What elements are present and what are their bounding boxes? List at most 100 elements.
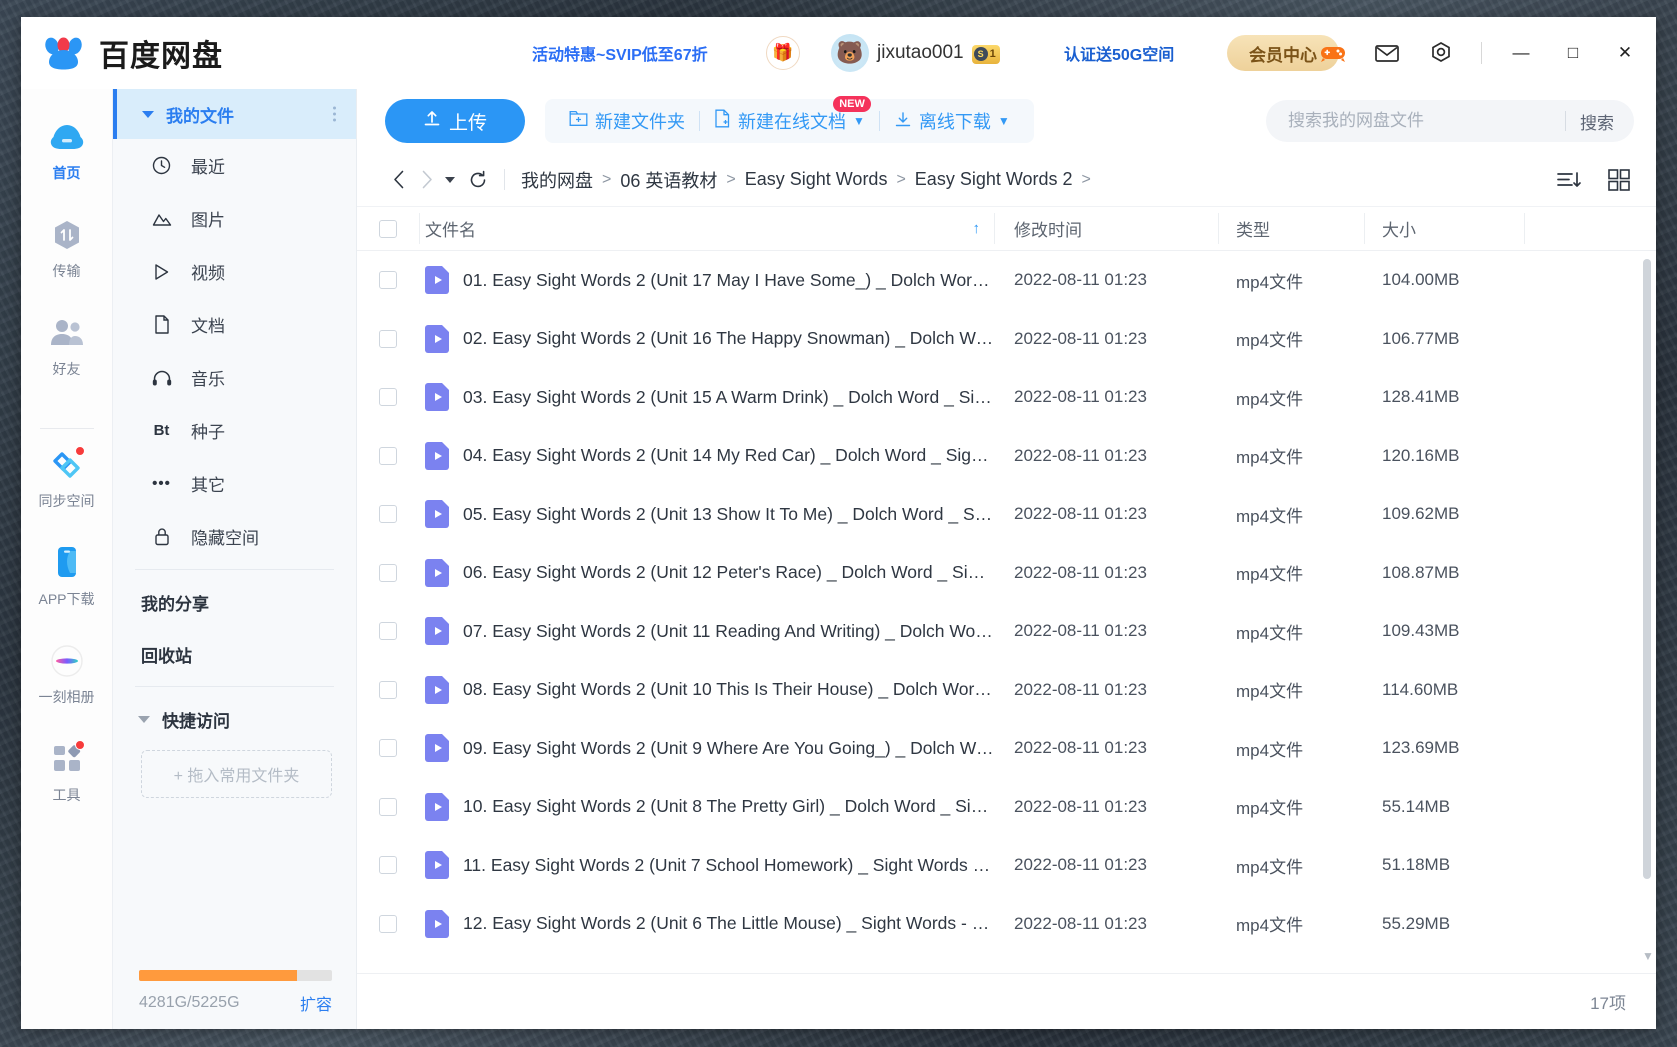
file-name: 12. Easy Sight Words 2 (Unit 6 The Littl… [463, 913, 994, 934]
rail-item-sync[interactable]: 同步空间 [21, 437, 113, 522]
row-checkbox[interactable] [379, 271, 397, 289]
row-checkbox[interactable] [379, 622, 397, 640]
sidebar-item-pictures[interactable]: 图片 [113, 192, 356, 245]
scroll-down-icon[interactable]: ▼ [1642, 949, 1652, 963]
upload-button[interactable]: 上传 [385, 99, 525, 143]
file-size: 109.62MB [1364, 504, 1524, 524]
file-modified: 2022-08-11 01:23 [994, 387, 1218, 407]
sidebar-item-documents[interactable]: 文档 [113, 298, 356, 351]
search-input[interactable] [1288, 111, 1561, 131]
sidebar-item-hidden-space[interactable]: 隐藏空间 [113, 510, 356, 563]
storage-expand-link[interactable]: 扩容 [300, 991, 332, 1015]
back-button[interactable] [385, 166, 413, 194]
rail-item-album[interactable]: 一刻相册 [21, 633, 113, 718]
gift-icon[interactable]: 🎁 [766, 36, 800, 70]
search-button[interactable]: 搜索 [1580, 109, 1628, 134]
offline-download-button[interactable]: 离线下载 ▼ [880, 99, 1024, 143]
row-checkbox[interactable] [379, 447, 397, 465]
sidebar-item-my-files[interactable]: 我的文件 [113, 89, 356, 139]
table-row[interactable]: 09. Easy Sight Words 2 (Unit 9 Where Are… [357, 719, 1656, 778]
file-name: 02. Easy Sight Words 2 (Unit 16 The Happ… [463, 328, 994, 349]
mp4-file-icon [425, 383, 449, 411]
new-online-doc-button[interactable]: NEW 新建在线文档 ▼ [700, 99, 879, 143]
rail-item-app-download[interactable]: APP下载 [21, 535, 113, 620]
game-icon[interactable] [1319, 39, 1347, 67]
forward-button[interactable] [413, 166, 441, 194]
rail-divider [40, 428, 94, 429]
quick-access-dropzone[interactable]: + 拖入常用文件夹 [141, 750, 332, 798]
table-row[interactable]: 07. Easy Sight Words 2 (Unit 11 Reading … [357, 602, 1656, 661]
column-header-name[interactable]: 文件名 ↑ [419, 207, 994, 250]
file-list: 01. Easy Sight Words 2 (Unit 17 May I Ha… [357, 251, 1656, 973]
more-vertical-icon[interactable] [333, 107, 336, 122]
file-size: 55.14MB [1364, 797, 1524, 817]
search-box[interactable]: 搜索 [1266, 100, 1634, 142]
breadcrumb-item[interactable]: 我的网盘 [521, 167, 593, 193]
row-checkbox[interactable] [379, 330, 397, 348]
column-header-modified[interactable]: 修改时间 [994, 207, 1218, 250]
row-checkbox[interactable] [379, 564, 397, 582]
sidebar-group-quick-access[interactable]: 快捷访问 [113, 693, 356, 745]
sidebar-item-torrent[interactable]: Bt 种子 [113, 404, 356, 457]
row-checkbox[interactable] [379, 388, 397, 406]
new-folder-button[interactable]: 新建文件夹 [555, 99, 699, 143]
minimize-button[interactable]: — [1508, 40, 1534, 66]
table-row[interactable]: 10. Easy Sight Words 2 (Unit 8 The Prett… [357, 778, 1656, 837]
user-block[interactable]: 🐻 jixutao001 S 1 [831, 34, 1000, 72]
caret-down-icon [138, 716, 150, 723]
row-checkbox[interactable] [379, 505, 397, 523]
sort-list-icon[interactable] [1557, 170, 1582, 190]
sidebar-item-music[interactable]: 音乐 [113, 351, 356, 404]
breadcrumb-separator: > [896, 171, 905, 189]
select-all-checkbox[interactable] [379, 220, 397, 238]
rail-item-home[interactable]: 首页 [21, 109, 113, 194]
table-row[interactable]: 11. Easy Sight Words 2 (Unit 7 School Ho… [357, 836, 1656, 895]
table-row[interactable]: 06. Easy Sight Words 2 (Unit 12 Peter's … [357, 544, 1656, 603]
username: jixutao001 [877, 42, 964, 64]
close-button[interactable]: ✕ [1612, 40, 1638, 66]
rail-item-tools[interactable]: 工具 [21, 731, 113, 823]
file-modified: 2022-08-11 01:23 [994, 738, 1218, 758]
mp4-file-icon [425, 442, 449, 470]
table-row[interactable]: 04. Easy Sight Words 2 (Unit 14 My Red C… [357, 427, 1656, 486]
sidebar-item-other[interactable]: ••• 其它 [113, 457, 356, 510]
sidebar-item-my-shares[interactable]: 我的分享 [113, 576, 356, 628]
breadcrumb-item[interactable]: Easy Sight Words [745, 169, 888, 190]
app-window: 百度网盘 活动特惠~SVIP低至67折 🎁 🐻 jixutao001 S 1 认… [21, 17, 1656, 1029]
table-row[interactable]: 01. Easy Sight Words 2 (Unit 17 May I Ha… [357, 251, 1656, 310]
caret-down-icon[interactable] [445, 177, 455, 183]
promo-link[interactable]: 活动特惠~SVIP低至67折 [532, 41, 708, 65]
scrollbar-thumb[interactable] [1643, 259, 1651, 879]
table-row[interactable]: 02. Easy Sight Words 2 (Unit 16 The Happ… [357, 310, 1656, 369]
column-label-size: 大小 [1382, 216, 1416, 241]
row-checkbox[interactable] [379, 681, 397, 699]
vertical-scrollbar[interactable]: ▼ [1642, 257, 1652, 945]
row-checkbox[interactable] [379, 915, 397, 933]
scrollbar-track[interactable] [1642, 257, 1652, 945]
table-row[interactable]: 12. Easy Sight Words 2 (Unit 6 The Littl… [357, 895, 1656, 954]
column-label-modified: 修改时间 [1014, 216, 1082, 241]
row-checkbox[interactable] [379, 798, 397, 816]
cloud-icon [48, 118, 86, 156]
sidebar-item-recycle-bin[interactable]: 回收站 [113, 628, 356, 680]
grid-view-icon[interactable] [1608, 169, 1630, 191]
rail-item-transfer[interactable]: 传输 [21, 207, 113, 292]
row-checkbox[interactable] [379, 739, 397, 757]
column-header-type[interactable]: 类型 [1218, 207, 1364, 250]
refresh-button[interactable] [464, 166, 492, 194]
breadcrumb-item[interactable]: 06 英语教材 [620, 167, 717, 193]
sidebar-item-recent[interactable]: 最近 [113, 139, 356, 192]
nav-rail: 首页 传输 [21, 89, 113, 1029]
mail-icon[interactable] [1373, 39, 1401, 67]
maximize-button[interactable]: □ [1560, 40, 1586, 66]
table-row[interactable]: 05. Easy Sight Words 2 (Unit 13 Show It … [357, 485, 1656, 544]
sidebar-item-video[interactable]: 视频 [113, 245, 356, 298]
table-row[interactable]: 08. Easy Sight Words 2 (Unit 10 This Is … [357, 661, 1656, 720]
table-row[interactable]: 03. Easy Sight Words 2 (Unit 15 A Warm D… [357, 368, 1656, 427]
column-header-size[interactable]: 大小 [1364, 207, 1524, 250]
rail-item-friends[interactable]: 好友 [21, 305, 113, 390]
settings-icon[interactable] [1427, 39, 1455, 67]
certification-link[interactable]: 认证送50G空间 [1064, 41, 1174, 65]
breadcrumb-item[interactable]: Easy Sight Words 2 [915, 169, 1073, 190]
row-checkbox[interactable] [379, 856, 397, 874]
